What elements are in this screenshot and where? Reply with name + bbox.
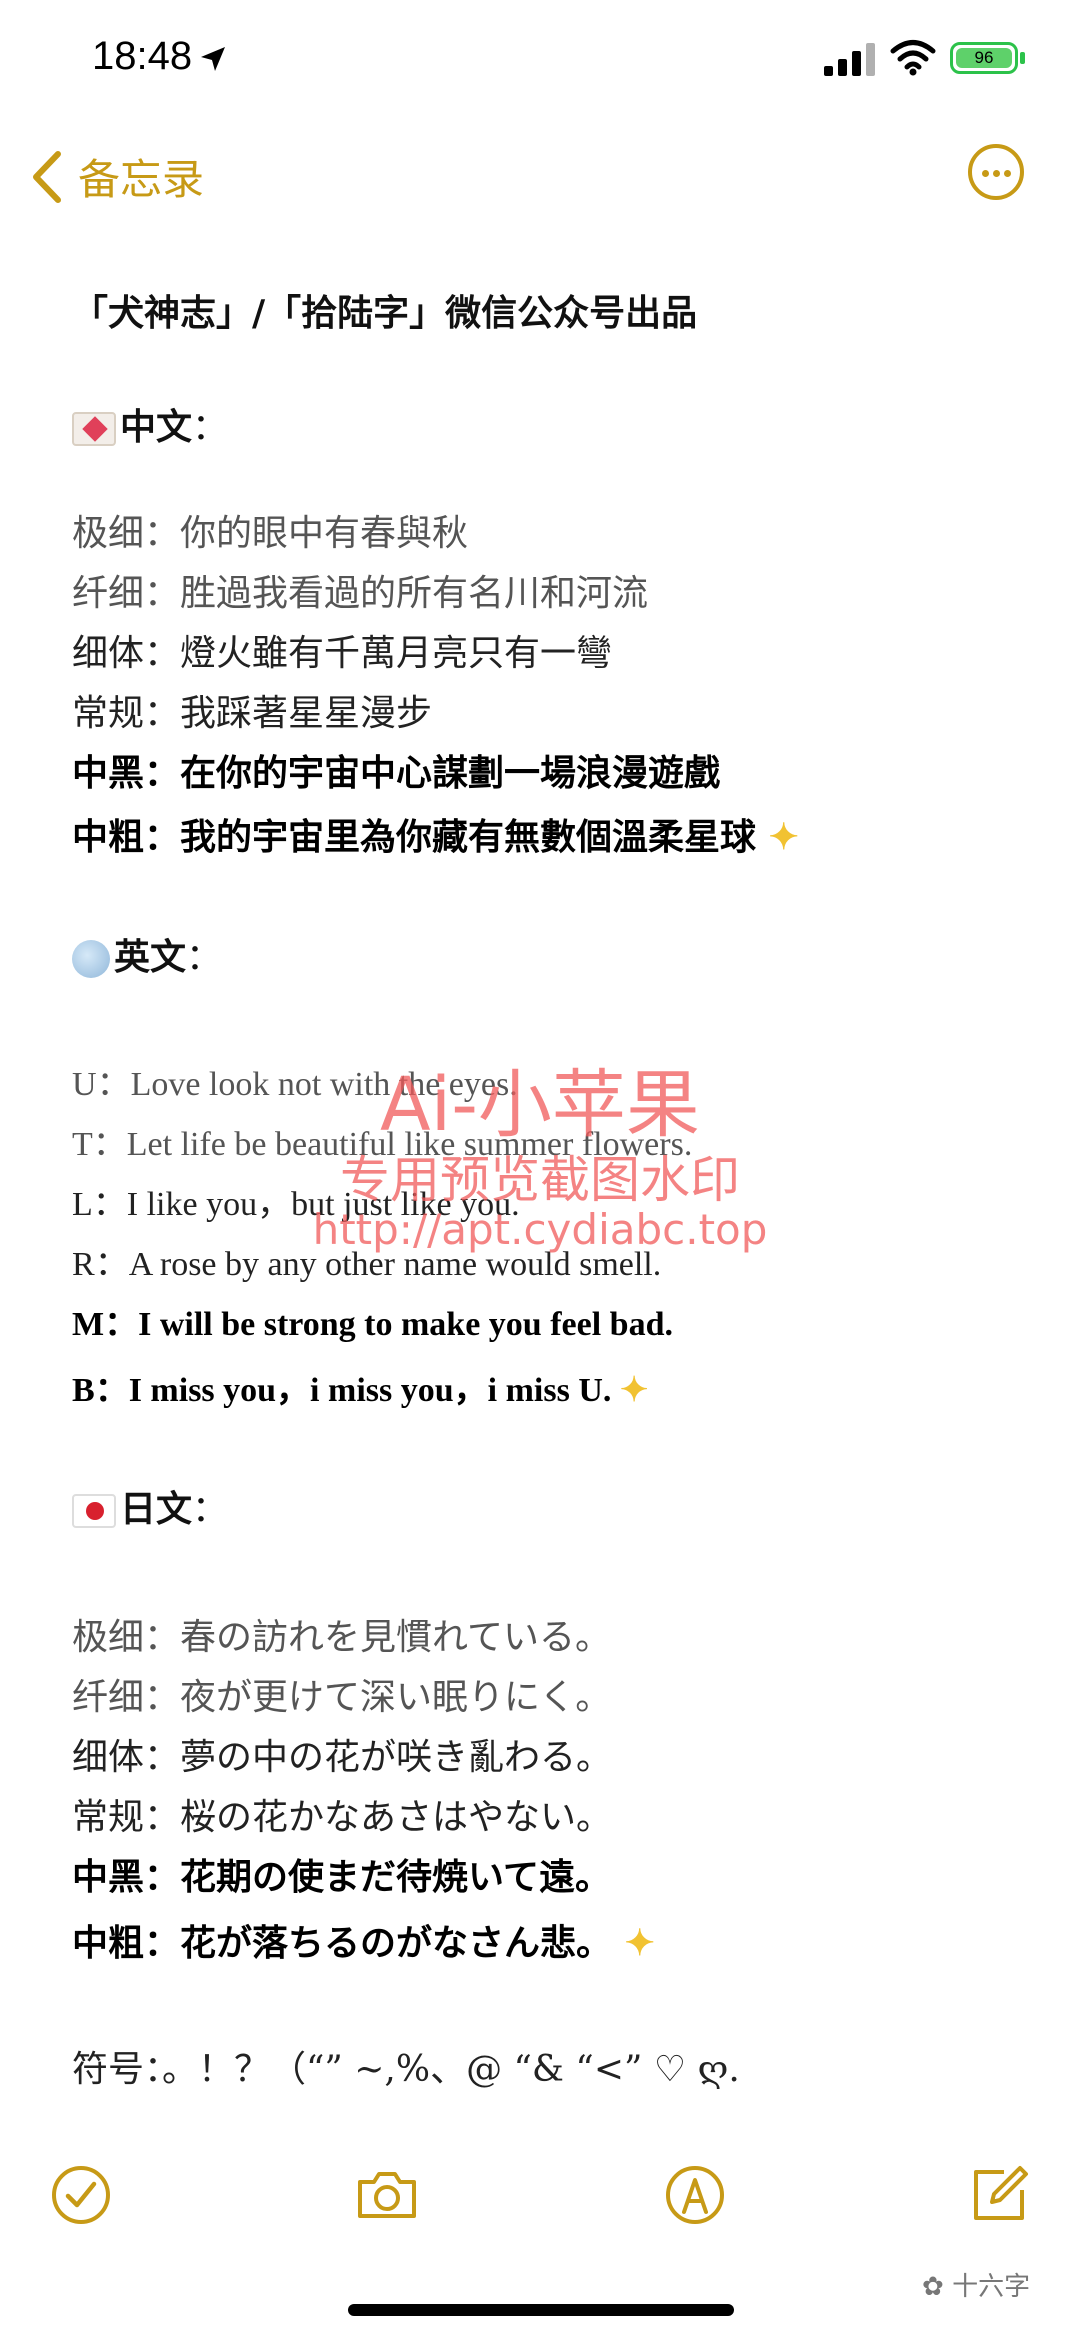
english-line: B：I miss you，i miss you，i miss U. ✦ — [72, 1372, 649, 1409]
status-bar: 18:48 96 — [0, 0, 1080, 120]
location-arrow-icon — [201, 47, 225, 71]
section-label: 日文 — [120, 1489, 193, 1530]
chinese-line: 中黑：在你的宇宙中心謀劃一場浪漫遊戲 — [72, 752, 721, 794]
note-title: 「犬神志」/「拾陆字」微信公众号出品 — [72, 293, 698, 334]
checklist-icon[interactable] — [46, 2160, 116, 2230]
more-dot-icon — [1004, 170, 1011, 177]
chinese-line: 常规：我踩著星星漫步 — [72, 693, 433, 734]
camera-icon[interactable] — [352, 2160, 422, 2230]
nav-bar: 备忘录 — [0, 130, 1080, 220]
japanese-line: 中黑：花期の使まだ待焼いて遠。 — [72, 1856, 611, 1898]
battery-tip — [1020, 52, 1025, 64]
section-label: 英文 — [114, 937, 187, 978]
sparkles-icon: ✦ — [768, 816, 799, 858]
cellular-signal-icon — [824, 43, 875, 76]
wechat-account-name: 十六字 — [952, 2272, 1031, 2302]
japan-flag-icon — [72, 1494, 116, 1528]
home-indicator[interactable] — [348, 2304, 734, 2316]
english-line: U：Love look not with the eyes. — [72, 1066, 518, 1103]
japanese-line: 中粗：花が落ちるのがなさん悲。 ✦ — [72, 1922, 655, 1964]
more-dot-icon — [993, 170, 1000, 177]
chevron-left-icon[interactable] — [30, 150, 64, 204]
japanese-line: 常规：桜の花かなあさはやない。 — [72, 1797, 613, 1838]
chinese-line: 纤细：胜過我看過的所有名川和河流 — [72, 573, 649, 614]
bottom-toolbar — [0, 2160, 1080, 2260]
battery-level: 96 — [974, 48, 994, 67]
english-line: L：I like you，but just like you. — [72, 1186, 520, 1223]
more-options-button[interactable] — [968, 144, 1024, 200]
sparkles-icon: ✦ — [624, 1922, 655, 1964]
battery-indicator: 96 — [950, 42, 1018, 74]
chinese-line: 极细：你的眼中有春與秋 — [72, 513, 469, 554]
wechat-account-mark: ✿ 十六字 — [922, 2266, 1030, 2303]
markup-pen-icon[interactable] — [660, 2160, 730, 2230]
wifi-icon — [890, 40, 936, 76]
wechat-icon: ✿ — [922, 2272, 953, 2302]
back-button[interactable]: 备忘录 — [78, 146, 204, 207]
chinese-line: 中粗：我的宇宙里為你藏有無數個溫柔星球 ✦ — [72, 816, 799, 858]
crystal-ball-icon — [72, 940, 110, 978]
japanese-line: 纤细：夜が更けて深い眠りにく。 — [72, 1677, 612, 1718]
sparkles-icon: ✦ — [619, 1372, 649, 1409]
symbols-line: 符号：。！？（“” ~,%、@ “& “<” ♡ ღ. — [72, 2049, 740, 2090]
compose-icon[interactable] — [964, 2160, 1034, 2230]
japanese-line: 细体：夢の中の花が咲き亂わる。 — [72, 1737, 613, 1778]
japanese-section-header: 日文： — [72, 1480, 228, 1532]
more-dot-icon — [982, 170, 989, 177]
english-section-header: 英文： — [72, 928, 222, 980]
status-time: 18:48 — [92, 34, 193, 78]
love-letter-icon — [72, 412, 116, 446]
section-label: 中文 — [120, 407, 193, 448]
chinese-line: 细体：燈火雖有千萬月亮只有一彎 — [72, 633, 613, 674]
english-line: R：A rose by any other name would smell. — [72, 1246, 662, 1283]
english-line: T：Let life be beautiful like summer flow… — [72, 1126, 693, 1163]
japanese-line: 极细：春の訪れを見慣れている。 — [72, 1617, 611, 1658]
english-line: M：I will be strong to make you feel bad. — [72, 1306, 673, 1343]
chinese-section-header: 中文： — [72, 398, 228, 450]
